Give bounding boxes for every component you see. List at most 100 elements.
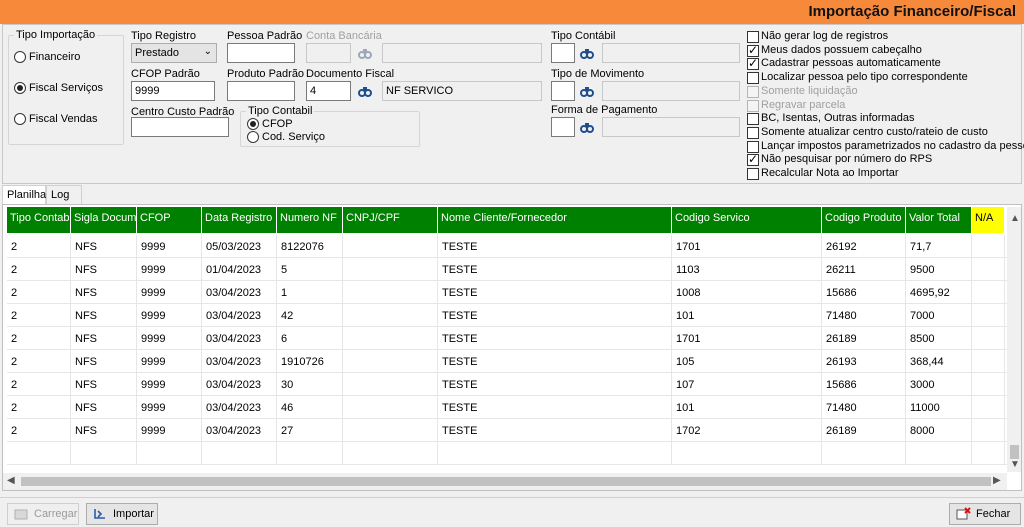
table-cell[interactable]: 03/04/2023	[202, 350, 277, 373]
table-cell[interactable]	[7, 442, 71, 465]
table-cell[interactable]: 368,44	[906, 350, 972, 373]
table-cell[interactable]: 9999	[137, 419, 202, 442]
table-cell[interactable]: 03/04/2023	[202, 396, 277, 419]
table-row[interactable]: 2 NFS 9999 05/03/2023 8122076 TESTE 1701 26192 7…	[7, 235, 1007, 258]
table-cell[interactable]	[972, 442, 1005, 465]
column-header[interactable]: Data Registro	[202, 207, 277, 233]
table-cell[interactable]	[972, 350, 1005, 373]
table-cell[interactable]: 03/04/2023	[202, 281, 277, 304]
tab-planilha[interactable]: Planilha	[2, 185, 46, 205]
table-cell[interactable]	[672, 442, 822, 465]
table-cell[interactable]: 26189	[822, 419, 906, 442]
table-cell[interactable]: 03/04/2023	[202, 419, 277, 442]
table-cell[interactable]: 1910726	[277, 350, 343, 373]
table-cell[interactable]: 9999	[137, 373, 202, 396]
table-row[interactable]: 2 NFS 9999 03/04/2023 1910726 TESTE 105 26193 36…	[7, 350, 1007, 373]
option-checkbox[interactable]	[747, 140, 759, 153]
table-cell[interactable]: TESTE	[438, 235, 672, 258]
column-header[interactable]: N/A	[972, 207, 1005, 233]
option-checkbox[interactable]	[747, 99, 759, 112]
table-cell[interactable]	[343, 419, 438, 442]
horizontal-scroll-thumb[interactable]	[21, 477, 991, 486]
table-cell[interactable]: 42	[277, 304, 343, 327]
table-row[interactable]: 2 NFS 9999 03/04/2023 42 TESTE 101 71480 7000	[7, 304, 1007, 327]
option-checkbox[interactable]	[747, 56, 759, 71]
table-cell[interactable]: 8500	[906, 327, 972, 350]
table-cell[interactable]: 15686	[822, 281, 906, 304]
table-cell[interactable]	[972, 258, 1005, 281]
table-cell[interactable]: TESTE	[438, 281, 672, 304]
table-cell[interactable]: 9999	[137, 258, 202, 281]
table-cell[interactable]: 26192	[822, 235, 906, 258]
table-cell[interactable]: 27	[277, 419, 343, 442]
option-checkbox[interactable]	[747, 43, 759, 57]
option-checkbox[interactable]	[747, 72, 759, 85]
vertical-scrollbar[interactable]: ▲ ▼	[1007, 207, 1021, 472]
centro-custo-input[interactable]	[131, 117, 229, 137]
conta-bancaria-input[interactable]	[306, 43, 351, 63]
option-checkbox[interactable]	[747, 31, 759, 43]
table-cell[interactable]: 2	[7, 396, 71, 419]
option-checkbox[interactable]	[747, 113, 759, 126]
horizontal-scrollbar[interactable]: ◀ ▶	[3, 473, 1007, 490]
option-checkbox[interactable]	[747, 126, 759, 139]
option-checkbox[interactable]	[747, 152, 759, 167]
chevron-down-icon[interactable]: ▼	[1010, 459, 1020, 470]
table-cell[interactable]: 26193	[822, 350, 906, 373]
produto-padrao-input[interactable]	[227, 81, 295, 101]
table-cell[interactable]	[972, 304, 1005, 327]
table-cell[interactable]: 2	[7, 419, 71, 442]
column-header[interactable]: Numero NF	[277, 207, 343, 233]
table-cell[interactable]: 9999	[137, 396, 202, 419]
table-cell[interactable]: 9999	[137, 235, 202, 258]
table-cell[interactable]: 1	[277, 281, 343, 304]
table-cell[interactable]: 5	[277, 258, 343, 281]
table-cell[interactable]: TESTE	[438, 304, 672, 327]
table-cell[interactable]	[972, 327, 1005, 350]
radio-fiscal-servicos[interactable]	[14, 82, 26, 94]
table-cell[interactable]	[343, 258, 438, 281]
column-header[interactable]: Nome Cliente/Fornecedor	[438, 207, 672, 233]
table-row[interactable]: 2 NFS 9999 03/04/2023 46 TESTE 101 71480 11000	[7, 396, 1007, 419]
column-header[interactable]: CNPJ/CPF	[343, 207, 438, 233]
radio-cfop[interactable]	[247, 118, 259, 130]
table-cell[interactable]: 9999	[137, 350, 202, 373]
table-cell[interactable]	[277, 442, 343, 465]
table-cell[interactable]	[972, 235, 1005, 258]
column-header[interactable]: CFOP	[137, 207, 202, 233]
tipo-contabil-input[interactable]	[551, 43, 575, 63]
table-cell[interactable]	[343, 281, 438, 304]
table-cell[interactable]: 105	[672, 350, 822, 373]
table-cell[interactable]: 101	[672, 396, 822, 419]
table-row[interactable]: 2 NFS 9999 03/04/2023 30 TESTE 107 15686 3000	[7, 373, 1007, 396]
importar-button[interactable]: Importar	[86, 503, 158, 525]
table-cell[interactable]: NFS	[71, 281, 137, 304]
table-cell[interactable]: NFS	[71, 419, 137, 442]
table-cell[interactable]	[972, 281, 1005, 304]
table-row[interactable]: 2 NFS 9999 03/04/2023 6 TESTE 1701 26189 8500	[7, 327, 1007, 350]
table-cell[interactable]: NFS	[71, 373, 137, 396]
table-cell[interactable]: 71480	[822, 304, 906, 327]
column-header[interactable]: Codigo Servico	[672, 207, 822, 233]
table-cell[interactable]: 1008	[672, 281, 822, 304]
table-cell[interactable]: 9999	[137, 304, 202, 327]
pessoa-padrao-input[interactable]	[227, 43, 295, 63]
column-header[interactable]: Codigo Produto	[822, 207, 906, 233]
table-cell[interactable]: 03/04/2023	[202, 373, 277, 396]
table-cell[interactable]: 2	[7, 350, 71, 373]
table-cell[interactable]: TESTE	[438, 258, 672, 281]
table-cell[interactable]: NFS	[71, 396, 137, 419]
table-row[interactable]: 2 NFS 9999 01/04/2023 5 TESTE 1103 26211 9500	[7, 258, 1007, 281]
binoculars-icon[interactable]	[358, 46, 372, 60]
table-cell[interactable]: 8000	[906, 419, 972, 442]
table-cell[interactable]	[343, 235, 438, 258]
table-cell[interactable]: 11000	[906, 396, 972, 419]
table-cell[interactable]	[343, 350, 438, 373]
table-cell[interactable]: 9500	[906, 258, 972, 281]
forma-pagamento-input[interactable]	[551, 117, 575, 137]
table-cell[interactable]: 26189	[822, 327, 906, 350]
table-cell[interactable]: 2	[7, 304, 71, 327]
table-cell[interactable]	[202, 442, 277, 465]
table-cell[interactable]	[972, 396, 1005, 419]
table-row[interactable]: 2 NFS 9999 03/04/2023 1 TESTE 1008 15686 4695,92	[7, 281, 1007, 304]
